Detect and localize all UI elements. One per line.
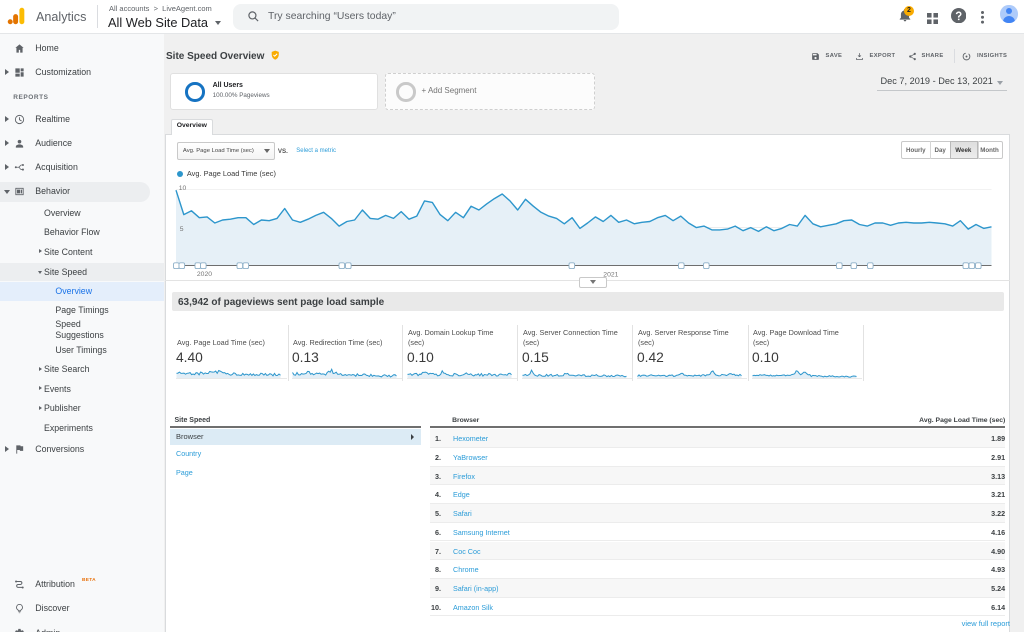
svg-text:5: 5: [180, 226, 184, 233]
svg-text:2020: 2020: [197, 271, 212, 278]
svg-text:10: 10: [179, 185, 187, 192]
